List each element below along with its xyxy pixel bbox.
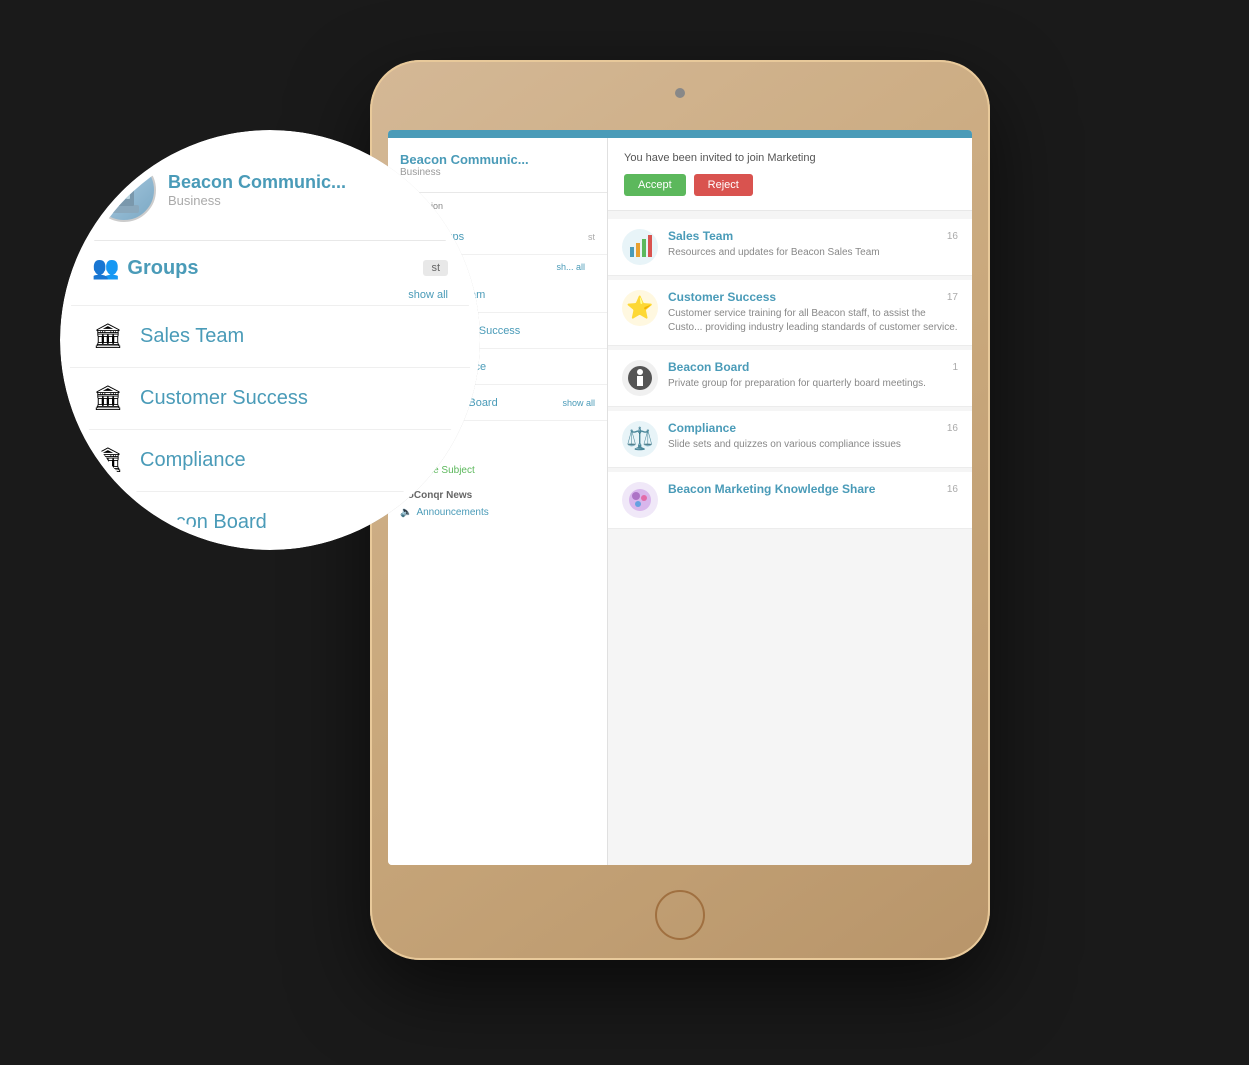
- magnify-groups-label: Groups: [127, 257, 198, 280]
- sales-team-group-desc: Resources and updates for Beacon Sales T…: [668, 246, 958, 260]
- main-content: You have been invited to join Marketing …: [608, 138, 972, 865]
- sidebar-brand-sub: Business: [400, 167, 595, 178]
- ipad-camera-dot: [675, 88, 685, 98]
- screen-header-bar: [388, 130, 972, 138]
- invite-text: You have been invited to join Marketing: [624, 152, 956, 164]
- magnify-circle: Beacon Communic... Business 👥 Groups st …: [60, 130, 480, 550]
- group-item-beacon-board[interactable]: Beacon Board 1 Private group for prepara…: [608, 350, 972, 407]
- magnify-brand-info: Beacon Communic... Business: [168, 172, 346, 208]
- beacon-marketing-group-info: Beacon Marketing Knowledge Share 16: [668, 482, 958, 496]
- customer-success-group-desc: Customer service training for all Beacon…: [668, 307, 958, 335]
- groups-list: Sales Team 16 Resources and updates for …: [608, 211, 972, 541]
- customer-success-group-info: Customer Success 17 Customer service tra…: [668, 290, 958, 335]
- compliance-group-count: 16: [947, 423, 958, 434]
- customer-success-group-count: 17: [947, 292, 958, 303]
- beacon-marketing-group-count: 16: [947, 484, 958, 495]
- screen-body: Beacon Communic... Business Darcy ion 👥 …: [388, 138, 972, 865]
- customer-success-group-header: Customer Success 17: [668, 290, 958, 304]
- magnify-inner: Beacon Communic... Business 👥 Groups st …: [68, 138, 472, 542]
- sales-team-group-count: 16: [947, 231, 958, 242]
- compliance-group-header: Compliance 16: [668, 421, 958, 435]
- magnify-brand-name: Beacon Communic...: [168, 172, 346, 193]
- compliance-scales-icon: ⚖️: [626, 426, 653, 452]
- sidebar-show-all[interactable]: sh... all: [544, 259, 597, 275]
- compliance-group-info: Compliance 16 Slide sets and quizzes on …: [668, 421, 958, 452]
- magnify-customer-icon: 🏛: [92, 384, 124, 413]
- magnify-compliance-label: Compliance: [140, 449, 246, 472]
- sidebar-brand: Beacon Communic... Business: [388, 138, 607, 193]
- magnify-sales-label: Sales Team: [140, 325, 244, 348]
- customer-success-group-icon: ⭐: [622, 290, 658, 326]
- accept-button[interactable]: Accept: [624, 174, 686, 196]
- magnify-beacon-board-label: Beacon Board: [140, 511, 267, 534]
- magnify-groups-header[interactable]: 👥 Groups st: [68, 241, 472, 289]
- sidebar-brand-name: Beacon Communic...: [400, 152, 595, 167]
- magnify-groups-icon: 👥: [92, 255, 119, 281]
- group-item-customer-success[interactable]: ⭐ Customer Success 17 Customer service t…: [608, 280, 972, 346]
- sales-team-group-header: Sales Team 16: [668, 229, 958, 243]
- compliance-group-name: Compliance: [668, 421, 736, 435]
- beacon-marketing-group-header: Beacon Marketing Knowledge Share 16: [668, 482, 958, 496]
- ipad-screen: Beacon Communic... Business Darcy ion 👥 …: [388, 130, 972, 865]
- show-all-right[interactable]: show all: [562, 398, 595, 408]
- beacon-marketing-group-name: Beacon Marketing Knowledge Share: [668, 482, 875, 496]
- compliance-group-desc: Slide sets and quizzes on various compli…: [668, 438, 958, 452]
- sales-team-group-name: Sales Team: [668, 229, 733, 243]
- magnify-sales-icon: 🏛: [92, 322, 124, 351]
- invite-banner: You have been invited to join Marketing …: [608, 138, 972, 211]
- magnify-avatar: [92, 158, 156, 222]
- beacon-marketing-group-icon: [622, 482, 658, 518]
- ipad-frame: Beacon Communic... Business Darcy ion 👥 …: [370, 60, 990, 960]
- beacon-board-group-name: Beacon Board: [668, 360, 749, 374]
- magnify-beacon-board-icon: 🔒: [92, 508, 124, 537]
- invite-buttons: Accept Reject: [624, 174, 956, 196]
- ipad-home-button[interactable]: [655, 890, 705, 940]
- magnify-compliance-icon: 🏛: [92, 446, 124, 475]
- sidebar-announcements[interactable]: 🔈 Announcements: [388, 503, 607, 522]
- sidebar-search-badge: st: [588, 232, 595, 242]
- customer-success-group-name: Customer Success: [668, 290, 776, 304]
- sales-team-group-info: Sales Team 16 Resources and updates for …: [668, 229, 958, 260]
- group-item-sales-team[interactable]: Sales Team 16 Resources and updates for …: [608, 219, 972, 276]
- beacon-board-group-count: 1: [952, 362, 958, 373]
- magnify-show-all-top[interactable]: show all: [68, 289, 472, 305]
- magnify-search-btn[interactable]: st: [423, 260, 448, 276]
- magnify-brand-sub: Business: [168, 193, 346, 208]
- beacon-board-group-header: Beacon Board 1: [668, 360, 958, 374]
- beacon-board-group-info: Beacon Board 1 Private group for prepara…: [668, 360, 958, 391]
- reject-button[interactable]: Reject: [694, 174, 753, 196]
- compliance-group-icon: ⚖️: [622, 421, 658, 457]
- magnify-item-compliance[interactable]: 🏛 Compliance: [68, 429, 472, 491]
- beacon-board-group-icon: [622, 360, 658, 396]
- magnify-customer-label: Customer Success: [140, 387, 308, 410]
- announcements-icon: 🔈: [400, 507, 412, 518]
- sales-team-group-icon: [622, 229, 658, 265]
- group-item-compliance[interactable]: ⚖️ Compliance 16 Slide sets and quizzes …: [608, 411, 972, 468]
- group-item-beacon-marketing[interactable]: Beacon Marketing Knowledge Share 16: [608, 472, 972, 529]
- beacon-board-group-desc: Private group for preparation for quarte…: [668, 377, 958, 391]
- magnify-item-customer-success[interactable]: 🏛 Customer Success: [68, 367, 472, 429]
- magnify-item-sales-team[interactable]: 🏛 Sales Team: [68, 305, 472, 367]
- customer-success-star-icon: ⭐: [626, 295, 653, 321]
